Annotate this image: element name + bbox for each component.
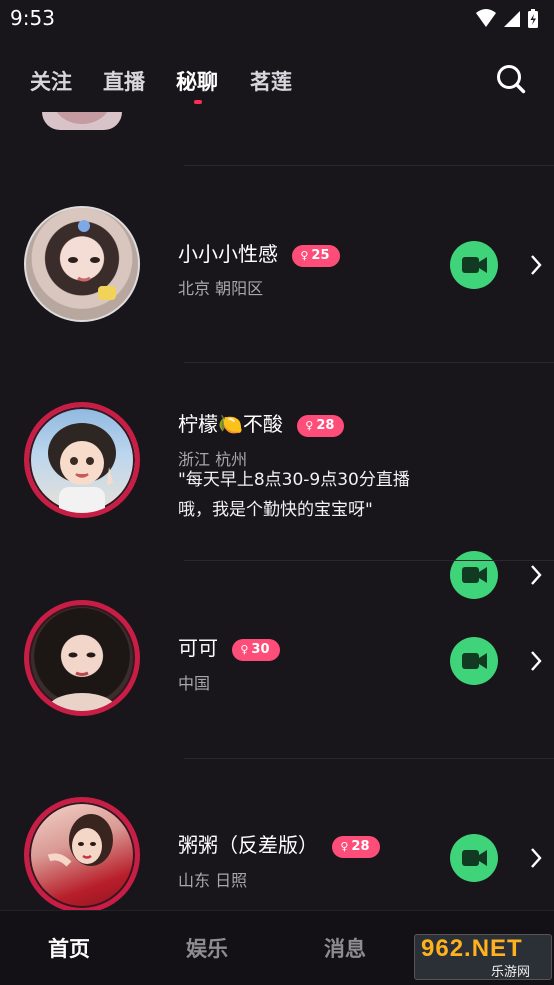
search-icon bbox=[497, 65, 526, 94]
status-time: 9:53 bbox=[10, 6, 55, 30]
chevron-right-icon[interactable] bbox=[528, 253, 544, 277]
avatar[interactable] bbox=[20, 202, 144, 326]
user-name-text: 柠檬🍋不酸 bbox=[178, 412, 283, 436]
nav-home[interactable]: 首页 bbox=[48, 933, 90, 963]
age-badge: ♀ 28 bbox=[297, 414, 345, 437]
user-location: 山东 日照 bbox=[178, 871, 248, 890]
avatar[interactable] bbox=[42, 112, 122, 130]
user-name-text: 小小小性感 bbox=[178, 242, 278, 266]
video-camera-icon bbox=[462, 850, 487, 866]
tab-follow[interactable]: 关注 bbox=[30, 66, 72, 96]
age-value: 28 bbox=[351, 838, 370, 854]
video-camera-icon bbox=[462, 567, 487, 583]
avatar[interactable] bbox=[20, 793, 144, 910]
tab-live[interactable]: 直播 bbox=[103, 66, 145, 96]
age-value: 30 bbox=[251, 641, 270, 657]
user-bio: "每天早上8点30-9点30分直播哦，我是个勤快的宝宝呀" bbox=[178, 470, 410, 520]
chevron-icon bbox=[531, 848, 542, 868]
avatar[interactable] bbox=[20, 398, 144, 522]
video-camera-icon bbox=[462, 257, 487, 273]
watermark-sub: 乐游网 bbox=[491, 965, 531, 980]
chevron-right-icon[interactable] bbox=[528, 649, 544, 673]
nav-messages[interactable]: 消息 bbox=[324, 933, 366, 963]
user-list[interactable]: 小小小性感 ♀ 25 北京 朝阳区 柠檬🍋不酸 ♀ 28 浙江 杭州 "每天早上… bbox=[0, 112, 554, 910]
list-item[interactable]: 小小小性感 ♀ 25 北京 朝阳区 bbox=[0, 202, 554, 362]
signal-icon bbox=[504, 11, 520, 27]
avatar[interactable] bbox=[20, 596, 144, 720]
video-call-button[interactable] bbox=[450, 551, 498, 599]
wifi-icon bbox=[476, 9, 496, 27]
user-name: 小小小性感 ♀ 25 bbox=[178, 238, 340, 267]
top-tab-bar: 关注 直播 秘聊 茗莲 bbox=[0, 56, 554, 116]
user-name: 粥粥（反差版） ♀ 28 bbox=[178, 829, 380, 858]
gender-symbol: ♀ bbox=[240, 642, 249, 656]
status-icons bbox=[474, 8, 544, 30]
user-name-text: 粥粥（反差版） bbox=[178, 833, 318, 857]
nav-entertainment[interactable]: 娱乐 bbox=[186, 933, 228, 963]
tab-secret-chat[interactable]: 秘聊 bbox=[176, 66, 218, 96]
user-name: 可可 ♀ 30 bbox=[178, 632, 280, 661]
user-location: 中国 bbox=[178, 674, 211, 693]
list-item[interactable]: 可可 ♀ 30 中国 bbox=[0, 596, 554, 756]
list-item[interactable]: 粥粥（反差版） ♀ 28 山东 日照 bbox=[0, 793, 554, 910]
watermark-main: 962.NET bbox=[421, 935, 523, 962]
status-bar: 9:53 bbox=[0, 0, 554, 40]
age-badge: ♀ 28 bbox=[332, 835, 380, 858]
age-value: 25 bbox=[311, 247, 330, 263]
age-value: 28 bbox=[316, 417, 335, 433]
user-location: 北京 朝阳区 bbox=[178, 279, 264, 298]
video-camera-icon bbox=[462, 653, 487, 669]
active-tab-indicator bbox=[194, 100, 202, 104]
gender-symbol: ♀ bbox=[340, 839, 349, 853]
battery-icon bbox=[528, 9, 538, 28]
video-call-button[interactable] bbox=[450, 834, 498, 882]
divider bbox=[184, 560, 554, 561]
search-button[interactable] bbox=[496, 64, 526, 94]
video-call-button[interactable] bbox=[450, 637, 498, 685]
gender-symbol: ♀ bbox=[305, 418, 314, 432]
gender-symbol: ♀ bbox=[300, 248, 309, 262]
divider bbox=[184, 165, 554, 166]
chevron-icon bbox=[531, 565, 542, 585]
video-call-button[interactable] bbox=[450, 241, 498, 289]
chevron-right-icon[interactable] bbox=[528, 846, 544, 870]
age-badge: ♀ 25 bbox=[292, 244, 340, 267]
divider bbox=[184, 758, 554, 759]
divider bbox=[184, 362, 554, 363]
list-item[interactable]: 柠檬🍋不酸 ♀ 28 浙江 杭州 "每天早上8点30-9点30分直播哦，我是个勤快… bbox=[0, 398, 554, 599]
tab-minglian[interactable]: 茗莲 bbox=[250, 66, 292, 96]
chevron-icon bbox=[531, 651, 542, 671]
user-name: 柠檬🍋不酸 ♀ 28 bbox=[178, 408, 345, 437]
chevron-right-icon[interactable] bbox=[528, 563, 544, 587]
age-badge: ♀ 30 bbox=[232, 638, 280, 661]
watermark-logo: 962.NET 乐游网 bbox=[414, 934, 552, 980]
user-name-text: 可可 bbox=[178, 636, 218, 660]
